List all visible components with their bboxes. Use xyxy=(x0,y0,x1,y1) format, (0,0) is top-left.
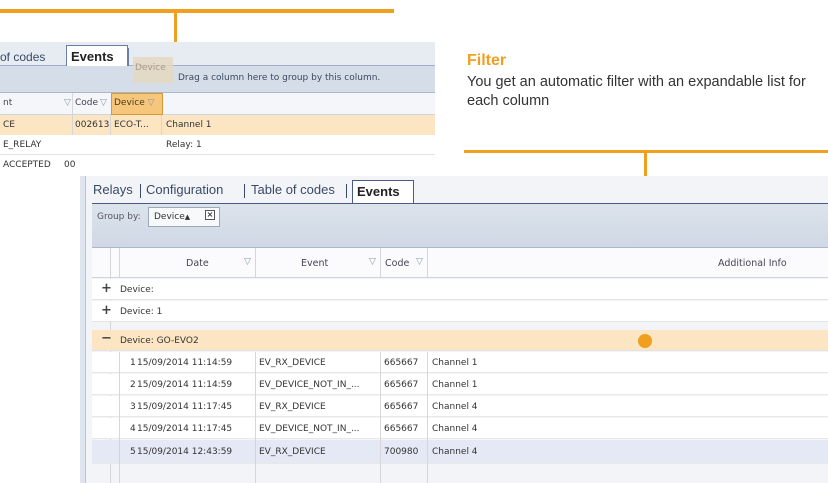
row-number: 1 xyxy=(130,358,136,368)
col-event-header[interactable]: Event xyxy=(301,258,328,269)
row-number: 2 xyxy=(130,380,136,390)
tab-events-back[interactable]: Events xyxy=(66,45,128,67)
cell-event: EV_DEVICE_NOT_IN_... xyxy=(259,380,360,390)
cell-date: 15/09/2014 12:43:59 xyxy=(137,447,233,457)
group-row-label: Device: 1 xyxy=(120,307,163,317)
row-number: 3 xyxy=(130,402,136,412)
cell-info: Channel 1 xyxy=(432,380,478,390)
divider xyxy=(427,248,428,278)
group-row[interactable] xyxy=(92,301,828,322)
cell-code: 700980 xyxy=(384,447,419,457)
back-cell: 002613 xyxy=(75,120,110,130)
cell-date: 15/09/2014 11:14:59 xyxy=(137,380,233,390)
cell-date: 15/09/2014 11:17:45 xyxy=(137,402,233,412)
group-row[interactable] xyxy=(92,279,828,300)
back-cell: E_RELAY xyxy=(3,140,42,150)
filter-icon[interactable]: ▽ xyxy=(64,98,71,108)
tab-separator xyxy=(140,184,141,198)
tab-table-of-codes[interactable]: Table of codes xyxy=(251,182,335,197)
expand-icon[interactable]: + xyxy=(101,303,112,318)
col-date-header[interactable]: Date xyxy=(186,258,209,269)
divider xyxy=(427,352,428,483)
cell-info: Channel 1 xyxy=(432,358,478,368)
divider xyxy=(255,248,256,278)
back-cell: Channel 1 xyxy=(166,120,212,130)
divider xyxy=(72,93,73,115)
back-table-row[interactable] xyxy=(0,115,435,135)
cell-event: EV_DEVICE_NOT_IN_... xyxy=(259,424,360,434)
divider xyxy=(380,248,381,278)
close-icon[interactable]: × xyxy=(205,210,215,220)
back-table-row[interactable] xyxy=(0,135,435,155)
callout-title: Filter xyxy=(467,52,507,69)
cell-event: EV_RX_DEVICE xyxy=(259,402,326,412)
back-cell: CE xyxy=(3,120,15,130)
back-col-code-header[interactable]: Code xyxy=(75,98,98,108)
cell-info: Channel 4 xyxy=(432,402,478,412)
back-col-event-header[interactable]: nt xyxy=(3,98,12,108)
group-row-label: Device: xyxy=(120,285,154,295)
back-cell: ACCEPTED xyxy=(3,160,51,170)
tab-table-of-codes-back[interactable]: of codes xyxy=(0,50,45,64)
device-header-label: Device xyxy=(114,98,145,108)
cell-code: 665667 xyxy=(384,380,419,390)
cell-info: Channel 4 xyxy=(432,447,478,457)
sort-up-icon: ▲ xyxy=(184,213,191,221)
tab-events[interactable]: Events xyxy=(352,180,414,204)
group-row-selected[interactable] xyxy=(92,330,828,351)
group-row-label: Device: GO-EVO2 xyxy=(120,336,199,346)
tab-relays[interactable]: Relays xyxy=(93,182,133,197)
filter-icon[interactable]: ▽ xyxy=(244,257,251,267)
back-cell: 00 xyxy=(64,160,76,170)
col-info-header[interactable]: Additional Info xyxy=(718,258,787,269)
group-drop-hint: Drag a column here to group by this colu… xyxy=(178,73,381,83)
cell-date: 15/09/2014 11:17:45 xyxy=(137,424,233,434)
divider xyxy=(119,248,120,278)
col-code-header[interactable]: Code xyxy=(385,258,409,269)
divider xyxy=(255,352,256,483)
divider xyxy=(119,352,120,483)
collapse-icon[interactable]: − xyxy=(101,331,112,346)
tab-configuration[interactable]: Configuration xyxy=(146,182,223,197)
filter-icon[interactable]: ▽ xyxy=(148,98,155,108)
callout-line-top xyxy=(0,9,394,13)
group-by-label: Group by: xyxy=(97,212,141,222)
cell-date: 15/09/2014 11:14:59 xyxy=(137,358,233,368)
filter-icon[interactable]: ▽ xyxy=(100,98,107,108)
row-number: 5 xyxy=(130,447,136,457)
divider xyxy=(380,352,381,483)
cell-code: 665667 xyxy=(384,402,419,412)
tab-separator xyxy=(244,184,245,198)
cell-code: 665667 xyxy=(384,424,419,434)
cell-info: Channel 4 xyxy=(432,424,478,434)
dragged-column-ghost[interactable]: Device xyxy=(133,57,173,83)
cell-event: EV_RX_DEVICE xyxy=(259,447,326,457)
callout-body: You get an automatic filter with an expa… xyxy=(467,74,806,109)
callout-dot-group-row xyxy=(638,334,652,348)
back-cell: ECO-T... xyxy=(114,120,149,130)
back-col-device-header[interactable]: Device ▽ xyxy=(111,93,163,115)
group-chip-label: Device xyxy=(154,212,185,222)
cell-code: 665667 xyxy=(384,358,419,368)
back-cell: Relay: 1 xyxy=(166,140,202,150)
filter-icon[interactable]: ▽ xyxy=(416,257,423,267)
cell-event: EV_RX_DEVICE xyxy=(259,358,326,368)
expand-icon[interactable]: + xyxy=(101,281,112,296)
filter-icon[interactable]: ▽ xyxy=(369,257,376,267)
tab-separator xyxy=(346,184,347,198)
row-number: 4 xyxy=(130,424,136,434)
